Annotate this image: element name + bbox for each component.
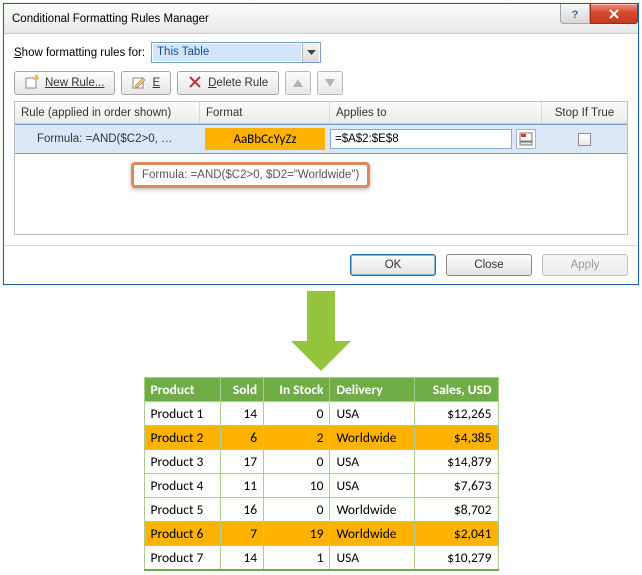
range-picker-button[interactable] — [516, 129, 536, 149]
cell: $8,702 — [415, 498, 498, 522]
result-arrow — [291, 291, 351, 371]
cell: Product 1 — [144, 402, 220, 426]
applies-to-input[interactable] — [330, 129, 512, 149]
cell: 0 — [264, 450, 330, 474]
cell: 16 — [220, 498, 263, 522]
th-delivery: Delivery — [330, 378, 415, 402]
table-row: Product 7141USA$10,279 — [144, 546, 498, 571]
cell: 0 — [264, 498, 330, 522]
rule-description: Formula: =AND($C2>0, … — [15, 133, 200, 145]
cell: Product 6 — [144, 522, 220, 546]
table-row: Product 1140USA$12,265 — [144, 402, 498, 426]
cell: USA — [330, 474, 415, 498]
chevron-down-icon — [302, 43, 319, 62]
cell: $7,673 — [415, 474, 498, 498]
rule-row[interactable]: Formula: =AND($C2>0, … AaBbCcYyZz — [15, 124, 627, 154]
delete-rule-icon — [188, 75, 202, 92]
table-row: Product 5160Worldwide$8,702 — [144, 498, 498, 522]
show-rules-for-label: Show formatting rules for: — [14, 47, 145, 59]
dialog-title: Conditional Formatting Rules Manager — [4, 13, 209, 25]
titlebar: Conditional Formatting Rules Manager ? — [4, 4, 638, 34]
cell: USA — [330, 450, 415, 474]
cell: Product 7 — [144, 546, 220, 571]
window-close-button[interactable] — [590, 4, 638, 24]
stop-if-true-checkbox[interactable] — [578, 133, 591, 146]
col-format: Format — [200, 102, 330, 123]
cell: $14,879 — [415, 450, 498, 474]
rule-format-preview: AaBbCcYyZz — [205, 128, 325, 150]
rules-toolbar: New Rule... E /*placeholder*/ Delete Rul… — [14, 71, 628, 95]
delete-rule-button[interactable]: Delete Rule — [177, 71, 279, 95]
cell: 19 — [264, 522, 330, 546]
triangle-down-icon — [325, 79, 335, 87]
triangle-up-icon — [293, 79, 303, 87]
result-table: Product Sold In Stock Delivery Sales, US… — [144, 377, 499, 571]
cell: Product 5 — [144, 498, 220, 522]
th-instock: In Stock — [264, 378, 330, 402]
cell: Product 3 — [144, 450, 220, 474]
cell: 10 — [264, 474, 330, 498]
apply-button: Apply — [542, 254, 628, 276]
cell: 1 — [264, 546, 330, 571]
cell: $12,265 — [415, 402, 498, 426]
th-sales: Sales, USD — [415, 378, 498, 402]
table-row: Product 6719Worldwide$2,041 — [144, 522, 498, 546]
ok-button[interactable]: OK — [350, 254, 436, 276]
cell: Worldwide — [330, 498, 415, 522]
range-picker-icon — [519, 132, 533, 146]
cell: Product 2 — [144, 426, 220, 450]
close-button[interactable]: Close — [446, 254, 532, 276]
cell: 14 — [220, 546, 263, 571]
cell: $4,385 — [415, 426, 498, 450]
cell: USA — [330, 402, 415, 426]
rules-grid: Rule (applied in order shown) Format App… — [14, 101, 628, 235]
table-header-row: Product Sold In Stock Delivery Sales, US… — [144, 378, 498, 402]
show-rules-for-select[interactable]: This Table — [151, 42, 321, 63]
cell: Worldwide — [330, 522, 415, 546]
cf-rules-manager-dialog: Conditional Formatting Rules Manager ? S… — [3, 3, 639, 285]
dialog-footer: OK Close Apply — [4, 245, 638, 284]
cell: 2 — [264, 426, 330, 450]
th-sold: Sold — [220, 378, 263, 402]
cell: $10,279 — [415, 546, 498, 571]
help-button[interactable]: ? — [560, 4, 590, 24]
rule-tooltip: Formula: =AND($C2>0, $D2="Worldwide") — [131, 162, 370, 188]
edit-rule-icon — [132, 75, 146, 92]
table-row: Product 262Worldwide$4,385 — [144, 426, 498, 450]
new-rule-button[interactable]: New Rule... — [14, 71, 115, 95]
cell: USA — [330, 546, 415, 571]
col-applies: Applies to — [330, 102, 542, 123]
col-stop: Stop If True — [542, 102, 627, 123]
cell: 7 — [220, 522, 263, 546]
cell: 17 — [220, 450, 263, 474]
cell: 11 — [220, 474, 263, 498]
col-rule: Rule (applied in order shown) — [15, 102, 200, 123]
show-rules-for-value: This Table — [153, 44, 301, 61]
rules-grid-header: Rule (applied in order shown) Format App… — [15, 102, 627, 124]
move-down-button[interactable] — [317, 71, 343, 95]
cell: 6 — [220, 426, 263, 450]
table-row: Product 3170USA$14,879 — [144, 450, 498, 474]
cell: $2,041 — [415, 522, 498, 546]
cell: Worldwide — [330, 426, 415, 450]
new-rule-icon — [25, 75, 39, 92]
table-row: Product 41110USA$7,673 — [144, 474, 498, 498]
move-up-button[interactable] — [285, 71, 311, 95]
cell: 14 — [220, 402, 263, 426]
cell: Product 4 — [144, 474, 220, 498]
cell: 0 — [264, 402, 330, 426]
svg-text:?: ? — [572, 9, 579, 20]
edit-rule-button[interactable]: E /*placeholder*/ — [121, 71, 171, 95]
th-product: Product — [144, 378, 220, 402]
